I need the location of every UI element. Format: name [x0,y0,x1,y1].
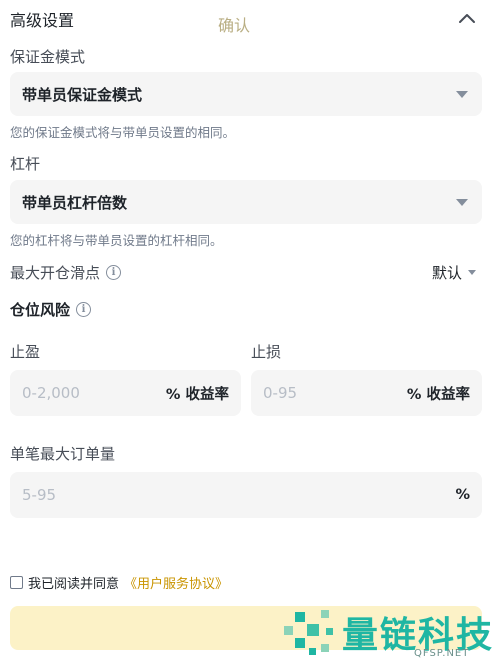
stop-loss-input[interactable] [263,384,383,402]
take-profit-label: 止盈 [10,343,41,361]
max-order-label: 单笔最大订单量 [10,445,116,463]
slippage-value: 默认 [432,264,463,282]
take-profit-input[interactable] [22,384,142,402]
watermark-logo: 量链科技 QFSP.NET [282,602,494,662]
margin-mode-label: 保证金模式 [10,48,86,66]
take-profit-field[interactable]: % 收益率 [10,370,241,416]
margin-mode-select[interactable]: 带单员保证金模式 [10,72,482,116]
position-risk-row: 仓位风险 i [10,299,92,320]
watermark-emblem-icon [284,610,333,655]
position-risk-label: 仓位风险 [10,301,71,319]
confirm-label: 确认 [218,16,251,35]
max-order-field[interactable]: % [10,472,482,518]
agree-text: 我已阅读并同意 [28,577,120,592]
dropdown-caret-icon [456,198,468,206]
stop-loss-field[interactable]: % 收益率 [251,370,482,416]
slippage-row: 最大开仓滑点 i [10,262,122,283]
slippage-dropdown[interactable]: 默认 [432,262,477,283]
agreement-row: 我已阅读并同意 《用户服务协议》 [10,573,228,592]
section-title: 高级设置 [10,11,75,30]
leverage-value: 带单员杠杆倍数 [22,193,128,212]
stop-loss-suffix: % 收益率 [406,386,470,403]
margin-mode-hint: 您的保证金模式将与带单员设置的相同。 [10,125,236,140]
margin-mode-value: 带单员保证金模式 [22,85,143,104]
take-profit-suffix: % 收益率 [165,386,229,403]
dropdown-caret-icon [456,90,468,98]
max-order-suffix: % [455,487,470,503]
stop-loss-label: 止损 [251,343,282,361]
leverage-hint: 您的杠杆将与带单员设置的杠杆相同。 [10,233,223,248]
leverage-label: 杠杆 [10,155,41,173]
info-icon[interactable]: i [106,265,122,280]
watermark-url: QFSP.NET [414,648,470,659]
dropdown-caret-icon [468,270,477,275]
agree-checkbox[interactable] [10,576,23,589]
max-order-input[interactable] [22,486,142,504]
chevron-up-icon[interactable] [458,10,476,24]
leverage-select[interactable]: 带单员杠杆倍数 [10,180,482,224]
info-icon[interactable]: i [76,302,92,317]
slippage-label: 最大开仓滑点 [10,264,101,282]
user-agreement-link[interactable]: 《用户服务协议》 [124,573,228,592]
